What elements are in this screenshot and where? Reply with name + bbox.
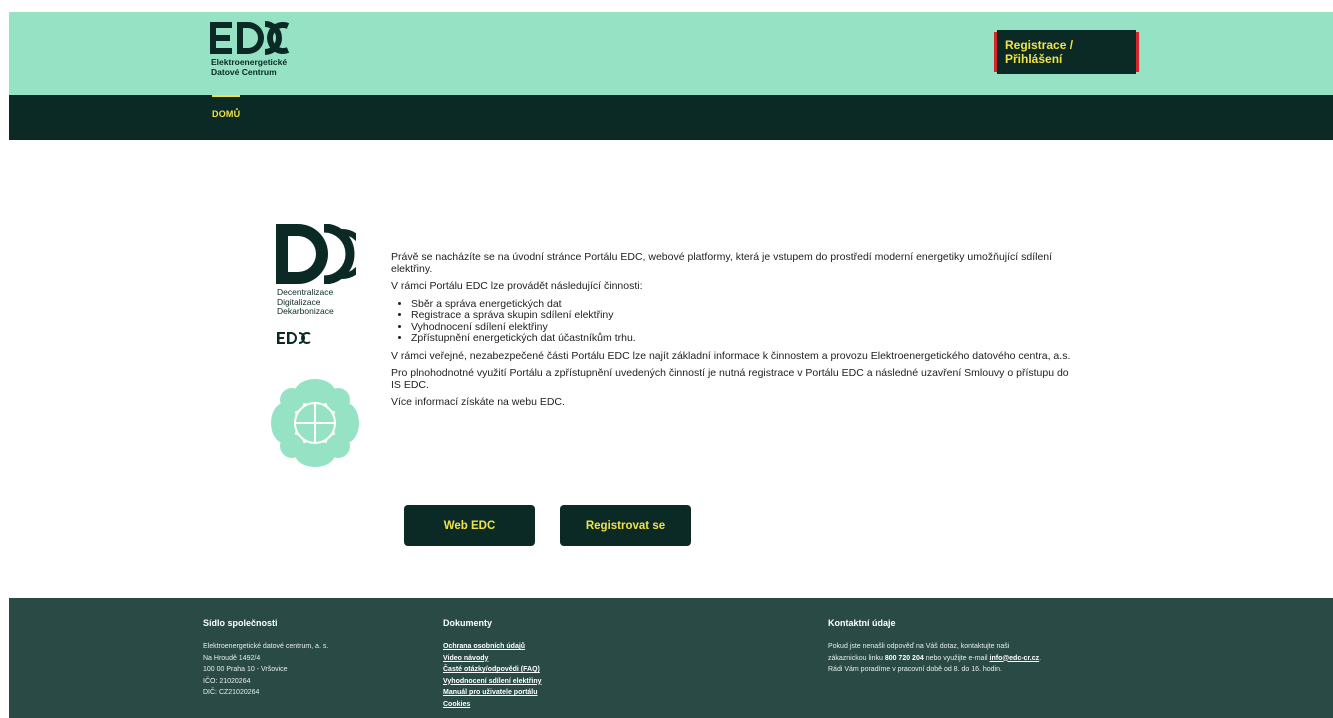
login-register-label: Registrace / Přihlášení: [997, 30, 1136, 74]
footer-contact-line: zákaznickou linku 800 720 204 nebo využi…: [828, 653, 1041, 665]
footer-company-line: IČO: 21020264: [203, 677, 251, 685]
login-register-button[interactable]: Registrace / Přihlášení: [994, 30, 1139, 74]
footer-documents: Dokumenty Ochrana osobních údajů Video n…: [443, 618, 542, 710]
contact-text: .: [1039, 654, 1042, 662]
activities-list: Sběr a správa energetických dat Registra…: [391, 298, 1081, 345]
intro-text: Právě se nacházíte se na úvodní stránce …: [391, 251, 1081, 415]
activities-heading: V rámci Portálu EDC lze provádět následu…: [391, 280, 643, 292]
footer-link-sharing-evaluation[interactable]: Vyhodnocení sdílení elektřiny: [443, 676, 542, 688]
footer-link-user-manual[interactable]: Manuál pro uživatele portálu: [443, 687, 542, 699]
footer-company-title: Sídlo společnosti: [203, 618, 278, 628]
flower-icon: [271, 379, 359, 467]
ddd-slogan: Decentralizace Digitalizace Dekarbonizac…: [277, 287, 334, 316]
main-nav: DOMŮ: [9, 95, 1333, 140]
footer-contact-line: Pokud jste nenašli odpověď na Váš dotaz,…: [828, 643, 1010, 650]
footer-contact-line: Rádi Vám poradíme v pracovní době od 8. …: [828, 666, 1002, 673]
intro-paragraph: Právě se nacházíte se na úvodní stránce …: [391, 251, 1053, 275]
list-item: Registrace a správa skupin sdílení elekt…: [411, 309, 1081, 322]
list-item: Zpřístupnění energetických dat účastníků…: [411, 332, 1081, 345]
web-edc-button[interactable]: Web EDC: [404, 505, 535, 546]
edc-logo-icon: [210, 21, 290, 55]
nav-active-indicator: [212, 95, 240, 97]
footer-link-cookies[interactable]: Cookies: [443, 699, 542, 711]
footer-link-privacy[interactable]: Ochrana osobních údajů: [443, 641, 542, 653]
footer-documents-title: Dokumenty: [443, 618, 493, 628]
footer-company: Sídlo společnosti Elektroenergetické dat…: [203, 618, 328, 699]
footer-contact: Kontaktní údaje Pokud jste nenašli odpov…: [828, 618, 1041, 676]
ddd-logo-icon: [276, 224, 356, 284]
top-strip: [0, 0, 1333, 12]
register-button[interactable]: Registrovat se: [560, 505, 691, 546]
contact-text: nebo využijte e-mail: [923, 654, 990, 662]
site-header: Elektroenergetické Datové Centrum Regist…: [9, 12, 1333, 95]
footer-company-line: Elektroenergetické datové centrum, a. s.: [203, 643, 329, 650]
site-footer: Sídlo společnosti Elektroenergetické dat…: [9, 598, 1333, 718]
footer-company-line: 100 00 Praha 10 - Vršovice: [203, 666, 288, 673]
edc-small-logo-icon: [277, 332, 311, 344]
contact-email-link[interactable]: info@edc-cr.cz: [990, 655, 1040, 662]
logo-text: Elektroenergetické Datové Centrum: [211, 57, 288, 77]
nav-item-home[interactable]: DOMŮ: [212, 109, 240, 119]
footer-link-faq[interactable]: Časté otázky/odpovědi (FAQ): [443, 664, 542, 676]
contact-phone[interactable]: 800 720 204: [885, 655, 924, 662]
edc-logo[interactable]: Elektroenergetické Datové Centrum: [210, 20, 320, 82]
more-info-paragraph: Více informací získáte na webu EDC.: [391, 396, 565, 408]
footer-link-video-guides[interactable]: Video návody: [443, 653, 542, 665]
footer-company-line: DIČ: CZ21020264: [203, 689, 260, 696]
footer-company-line: Na Hroudě 1492/4: [203, 654, 261, 662]
public-info-paragraph: V rámci veřejné, nezabezpečené části Por…: [391, 349, 1071, 362]
registration-info-paragraph: Pro plnohodnotné využití Portálu a zpřís…: [391, 367, 1069, 391]
footer-contact-title: Kontaktní údaje: [828, 618, 896, 628]
contact-text: zákaznickou linku: [828, 654, 885, 662]
